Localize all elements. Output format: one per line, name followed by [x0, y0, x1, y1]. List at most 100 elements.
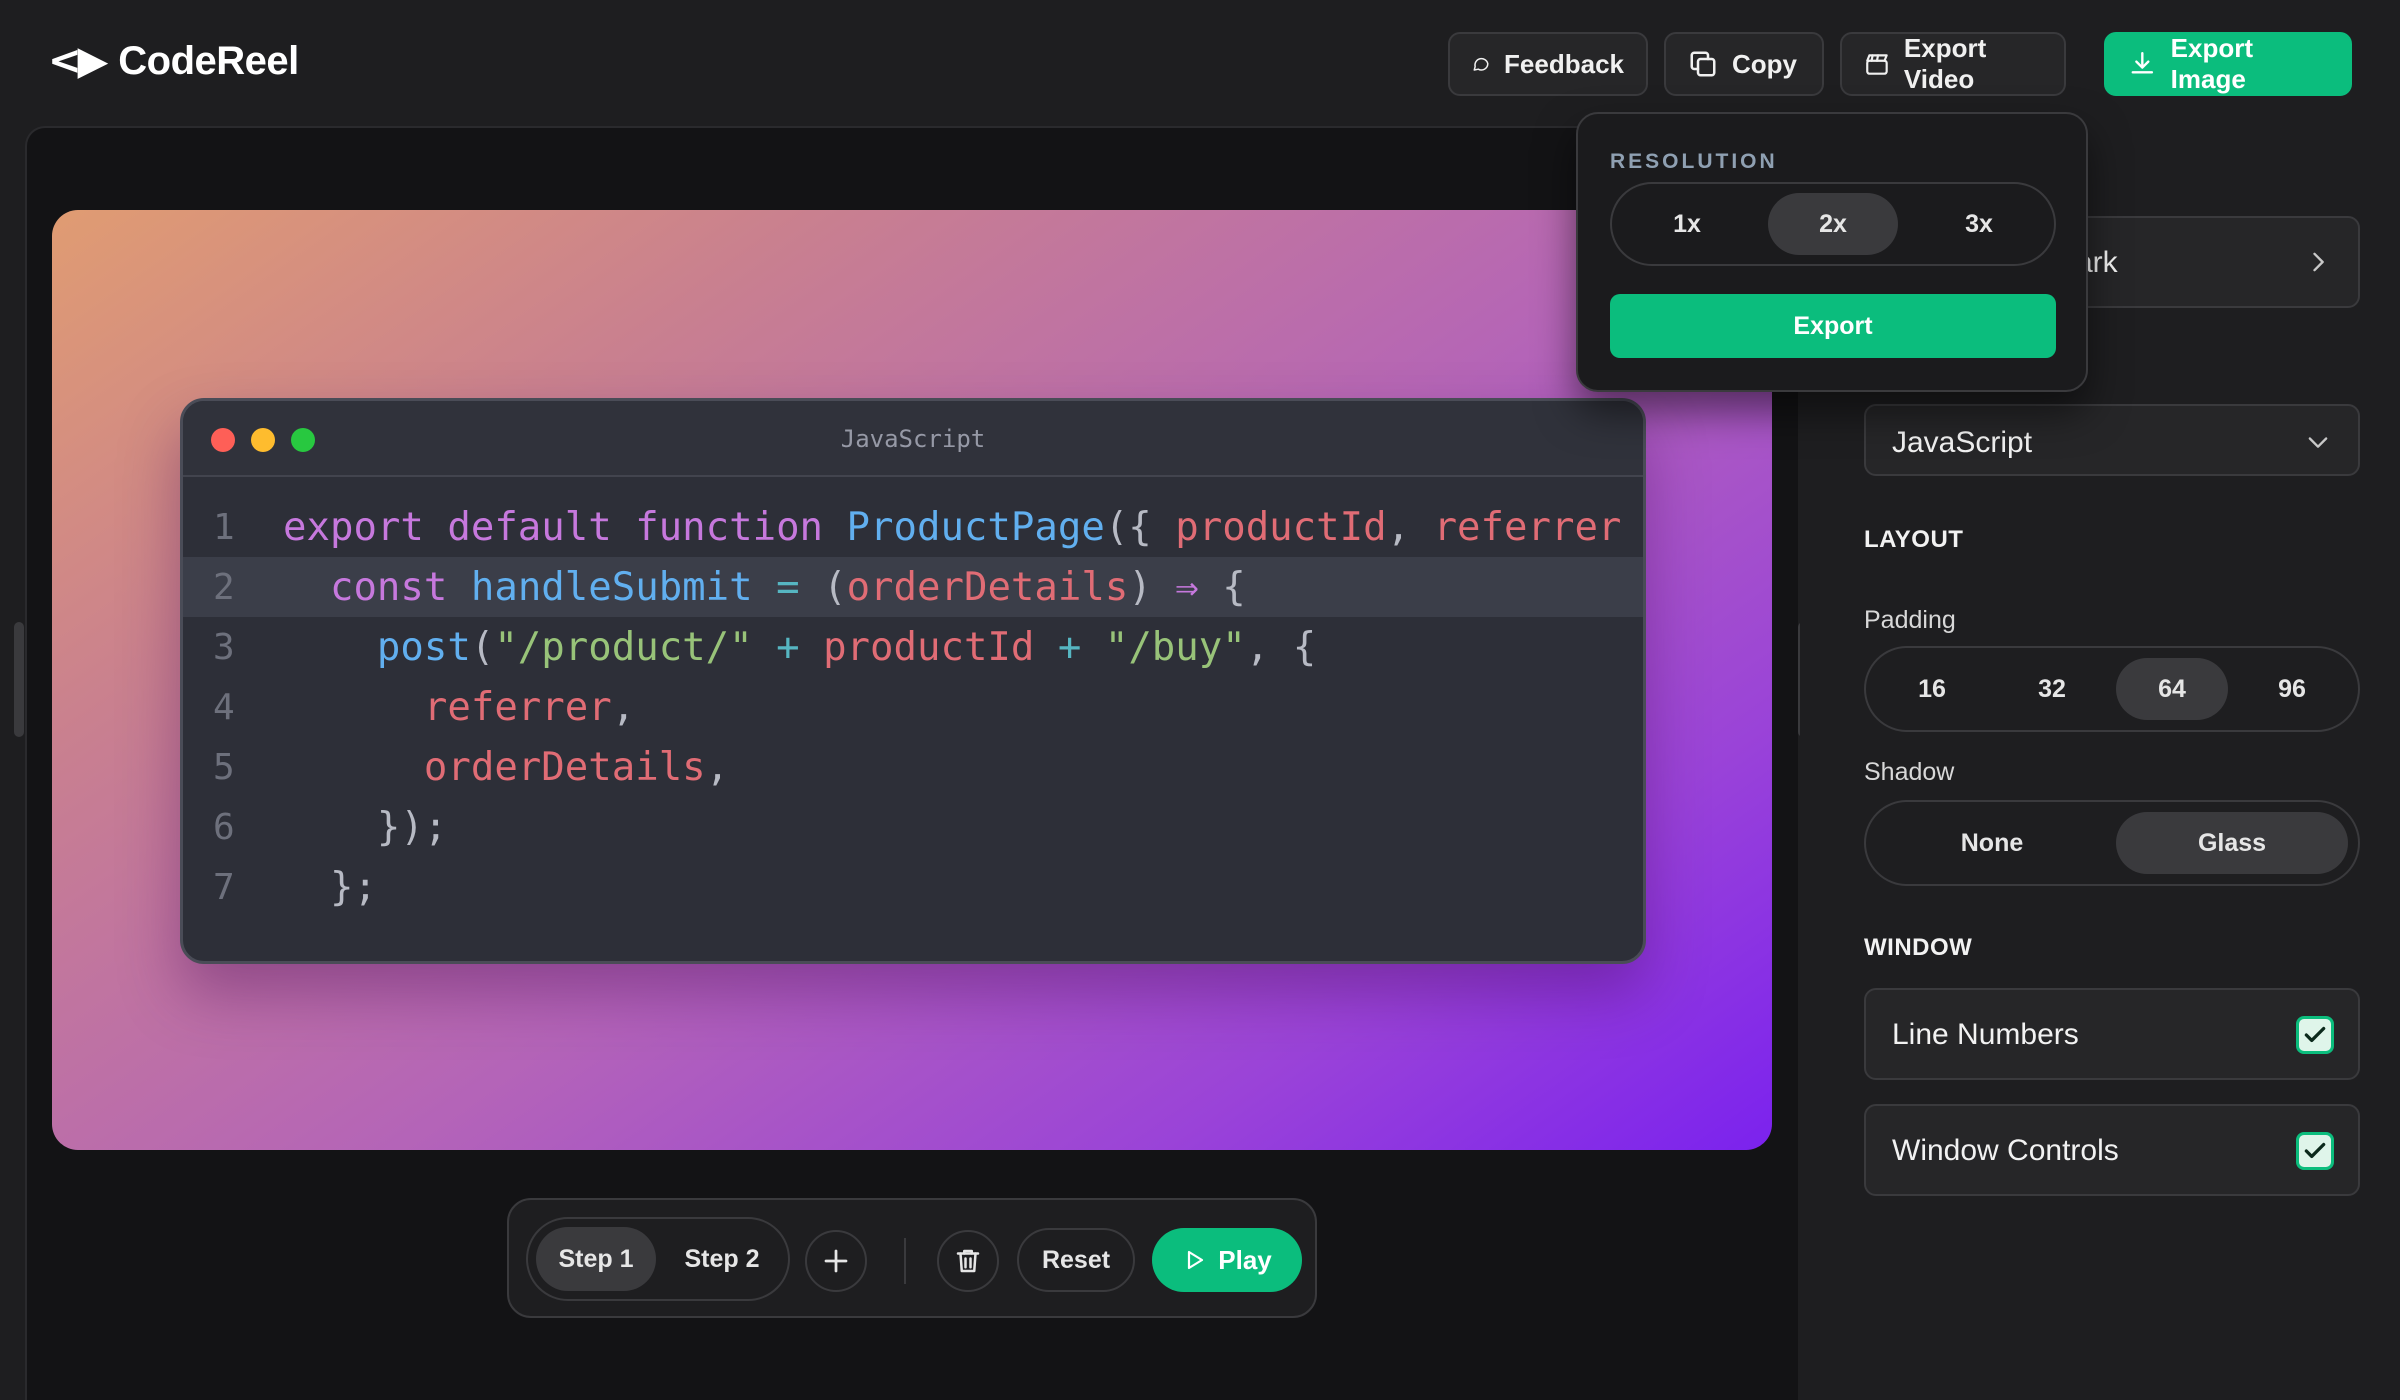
code-line: 4 referrer, [183, 677, 1643, 737]
code-editor[interactable]: 1 export default function ProductPage({ p… [183, 497, 1643, 917]
export-image-label: Export Image [2170, 33, 2253, 94]
padding-segmented-control: 16 32 64 96 [1864, 646, 2360, 732]
play-icon [1188, 1250, 1204, 1270]
left-resize-handle[interactable] [14, 622, 24, 737]
feedback-button[interactable]: Feedback [1448, 32, 1648, 96]
resolution-option-3x[interactable]: 3x [1914, 193, 2044, 255]
feedback-label: Feedback [1504, 48, 1624, 79]
line-numbers-label: Line Numbers [1892, 1018, 2079, 1051]
line-numbers-toggle[interactable]: Line Numbers [1864, 988, 2360, 1080]
export-video-label: Export Video [1903, 33, 1987, 94]
chevron-down-icon [2308, 437, 2328, 448]
code-token: referrer [1433, 504, 1622, 550]
padding-option-96[interactable]: 96 [2236, 658, 2348, 720]
code-text: orderDetails, [283, 745, 729, 790]
copy-button[interactable]: Copy [1664, 32, 1824, 96]
code-token: "/buy" [1104, 624, 1246, 670]
code-token: , [611, 684, 636, 730]
code-token: ProductPage [846, 504, 1105, 550]
code-window: JavaScript 1 export default function Prod… [180, 398, 1646, 964]
code-token: ({ [1104, 504, 1176, 550]
code-line: 3 post("/product/" + productId + "/buy",… [183, 617, 1643, 677]
app-name: CodeReel [118, 38, 299, 83]
resolution-popover: RESOLUTION 1x 2x 3x Export [1576, 112, 2088, 392]
code-token: ( [823, 564, 847, 610]
code-token: export default function [283, 504, 847, 550]
window-controls-label: Window Controls [1892, 1134, 2119, 1167]
padding-option-32[interactable]: 32 [1996, 658, 2108, 720]
code-token: referrer [423, 684, 612, 730]
code-token: ⇒ [1175, 564, 1223, 610]
resolution-option-2x[interactable]: 2x [1768, 193, 1898, 255]
line-number: 7 [213, 866, 235, 908]
code-text: referrer, [283, 685, 635, 730]
code-token: , { [1245, 624, 1317, 670]
code-line: 2 const handleSubmit = (orderDetails) ⇒ … [183, 557, 1643, 617]
line-number: 4 [213, 686, 235, 728]
shadow-label: Shadow [1864, 758, 1955, 786]
copy-icon [1690, 51, 1716, 77]
play-label: Play [1218, 1244, 1272, 1275]
delete-step-button[interactable] [937, 1230, 999, 1292]
code-line: 6 }); [183, 797, 1643, 857]
code-text: }); [283, 805, 447, 850]
code-token: "/product/" [494, 624, 777, 670]
popover-export-button[interactable]: Export [1610, 294, 2056, 358]
line-numbers-checkbox[interactable] [2296, 1016, 2334, 1054]
shadow-option-none[interactable]: None [1876, 812, 2108, 874]
code-token: { [1222, 564, 1246, 610]
code-token: productId [823, 624, 1058, 670]
code-token: orderDetails [846, 564, 1129, 610]
padding-option-16[interactable]: 16 [1876, 658, 1988, 720]
code-token: , [705, 744, 730, 790]
shadow-option-glass[interactable]: Glass [2116, 812, 2348, 874]
padding-option-64[interactable]: 64 [2116, 658, 2228, 720]
code-line: 7 }; [183, 857, 1643, 917]
export-video-button[interactable]: Export Video [1840, 32, 2066, 96]
add-step-button[interactable] [805, 1230, 867, 1292]
reset-button[interactable]: Reset [1017, 1228, 1135, 1292]
line-number: 6 [213, 806, 235, 848]
line-number: 5 [213, 746, 235, 788]
window-controls-toggle[interactable]: Window Controls [1864, 1104, 2360, 1196]
language-label: JavaScript [1892, 426, 2033, 459]
toolbar-divider [904, 1238, 906, 1284]
step-2-tab[interactable]: Step 2 [662, 1227, 782, 1291]
code-token: handleSubmit [470, 564, 777, 610]
chevron-right-icon [2313, 252, 2324, 272]
code-token: }; [283, 864, 377, 910]
export-image-button[interactable]: Export Image [2104, 32, 2352, 96]
language-select[interactable]: JavaScript [1864, 404, 2360, 476]
trash-icon [956, 1249, 980, 1273]
shadow-segmented-control: None Glass [1864, 800, 2360, 886]
code-token: , [1386, 504, 1434, 550]
window-titlebar: JavaScript [183, 401, 1643, 477]
download-image-icon [2131, 52, 2154, 74]
layout-section-title: LAYOUT [1864, 526, 1964, 553]
code-text: export default function ProductPage({ pr… [283, 505, 1621, 550]
playback-toolbar: Step 1 Step 2 Reset Play [507, 1198, 1317, 1318]
code-token: const [329, 564, 471, 610]
logo[interactable]: <▶ CodeReel [48, 38, 299, 84]
play-button[interactable]: Play [1152, 1228, 1302, 1292]
padding-label: Padding [1864, 606, 1956, 634]
window-section-title: WINDOW [1864, 934, 1973, 961]
copy-label: Copy [1732, 48, 1797, 79]
code-token: + [776, 624, 824, 670]
code-token: productId [1175, 504, 1387, 550]
resolution-option-1x[interactable]: 1x [1622, 193, 1752, 255]
window-title: JavaScript [840, 425, 986, 453]
code-token: }); [283, 804, 448, 850]
code-token: = [776, 564, 824, 610]
step-1-tab[interactable]: Step 1 [536, 1227, 656, 1291]
plus-icon [824, 1249, 848, 1273]
logo-icon: <▶ [48, 38, 108, 84]
checkmark-icon [2304, 1026, 2326, 1043]
chat-bubble-icon [1473, 57, 1489, 71]
window-controls-checkbox[interactable] [2296, 1132, 2334, 1170]
code-token: ( [470, 624, 495, 670]
clapperboard-icon [1866, 54, 1888, 75]
